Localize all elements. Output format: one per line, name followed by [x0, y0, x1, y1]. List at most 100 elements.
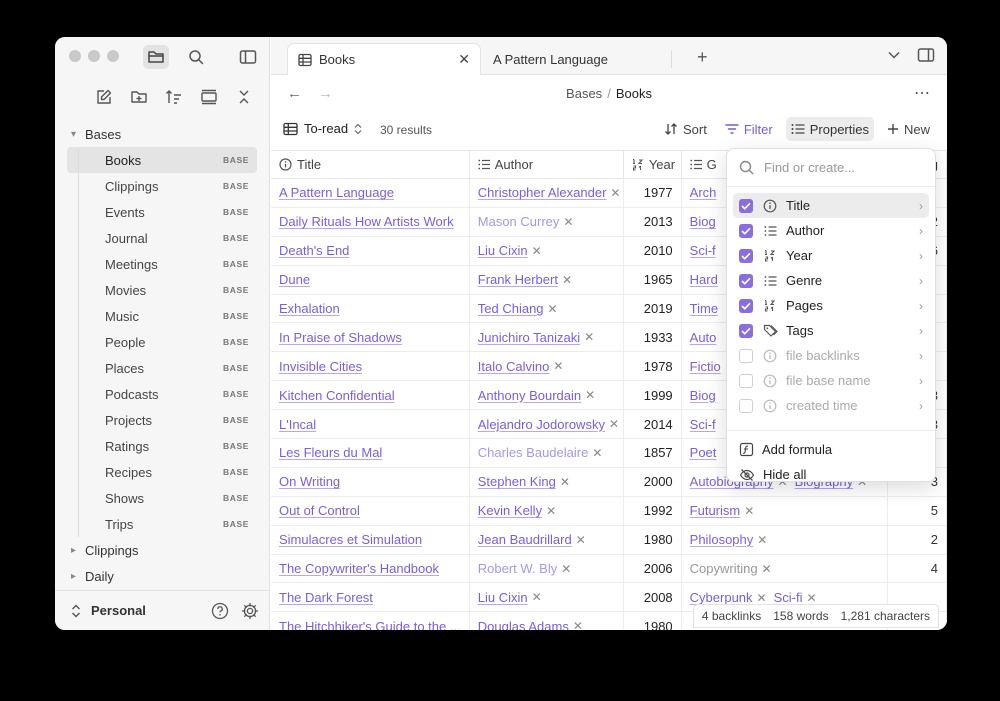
remove-icon[interactable]: ✕	[563, 215, 573, 229]
close-window-button[interactable]	[69, 50, 81, 62]
genre-link[interactable]: Auto	[690, 330, 717, 345]
folder-daily[interactable]: ▸ Daily	[55, 563, 269, 589]
title-link[interactable]: The Dark Forest	[279, 590, 373, 605]
property-item-genre[interactable]: Genre ›	[733, 268, 929, 293]
author-link[interactable]: Jean Baudrillard	[478, 532, 572, 547]
genre-link[interactable]: Sci-fi	[774, 590, 803, 605]
property-item-file-backlinks[interactable]: file backlinks ›	[733, 343, 929, 368]
sidebar-item-music[interactable]: Music BASE	[67, 303, 257, 329]
help-icon[interactable]	[211, 602, 229, 620]
checkbox-unchecked[interactable]	[739, 373, 753, 388]
genre-link[interactable]: Sci-f	[690, 243, 716, 258]
right-sidebar-toggle-icon[interactable]	[917, 47, 935, 63]
remove-icon[interactable]: ✕	[573, 619, 583, 630]
chevron-right-icon[interactable]: ›	[919, 199, 923, 213]
title-link[interactable]: Les Fleurs du Mal	[279, 445, 382, 460]
title-link[interactable]: Death's End	[279, 243, 349, 258]
minimize-window-button[interactable]	[88, 50, 100, 62]
title-link[interactable]: Simulacres et Simulation	[279, 532, 422, 547]
remove-icon[interactable]: ✕	[610, 186, 620, 200]
author-link[interactable]: Anthony Bourdain	[478, 388, 581, 403]
vault-switcher[interactable]: Personal	[55, 590, 269, 630]
remove-icon[interactable]: ✕	[592, 446, 602, 460]
sidebar-item-places[interactable]: Places BASE	[67, 355, 257, 381]
backlinks-count[interactable]: 4 backlinks	[702, 609, 761, 623]
new-note-icon[interactable]	[91, 85, 117, 109]
checkbox-checked[interactable]	[739, 248, 753, 263]
filter-button[interactable]: Filter	[720, 117, 778, 141]
author-link[interactable]: Junichiro Tanizaki	[478, 330, 580, 345]
author-link[interactable]: Douglas Adams	[478, 619, 569, 630]
author-link[interactable]: Liu Cixin	[478, 590, 528, 605]
property-item-year[interactable]: Year ›	[733, 243, 929, 268]
tab-books[interactable]: Books ✕	[287, 43, 481, 75]
genre-link[interactable]: Cyberpunk	[690, 590, 753, 605]
property-item-tags[interactable]: Tags ›	[733, 318, 929, 343]
sidebar-item-podcasts[interactable]: Podcasts BASE	[67, 381, 257, 407]
breadcrumb-parent[interactable]: Bases	[566, 86, 602, 101]
checkbox-unchecked[interactable]	[739, 348, 753, 363]
title-link[interactable]: In Praise of Shadows	[279, 330, 402, 345]
sidebar-item-trips[interactable]: Trips BASE	[67, 511, 257, 537]
sidebar-item-shows[interactable]: Shows BASE	[67, 485, 257, 511]
new-button[interactable]: New	[882, 117, 935, 141]
author-link[interactable]: Italo Calvino	[478, 359, 550, 374]
title-link[interactable]: Dune	[279, 272, 310, 287]
title-link[interactable]: The Hitchhiker's Guide to the ...	[279, 619, 461, 630]
tab-a-pattern-language[interactable]: A Pattern Language	[483, 43, 673, 75]
vault-switch-icon[interactable]	[71, 604, 81, 618]
checkbox-unchecked[interactable]	[739, 398, 753, 413]
remove-icon[interactable]: ✕	[762, 562, 772, 576]
genre-link[interactable]: Copywriting	[690, 561, 758, 576]
author-link[interactable]: Christopher Alexander	[478, 185, 607, 200]
remove-icon[interactable]: ✕	[553, 359, 563, 373]
genre-link[interactable]: Time	[690, 301, 718, 316]
remove-icon[interactable]: ✕	[806, 591, 816, 605]
remove-icon[interactable]: ✕	[561, 562, 571, 576]
remove-icon[interactable]: ✕	[560, 475, 570, 489]
author-link[interactable]: Charles Baudelaire	[478, 445, 589, 460]
title-link[interactable]: The Copywriter's Handbook	[279, 561, 439, 576]
breadcrumb-current[interactable]: Books	[616, 86, 652, 101]
genre-link[interactable]: Sci-f	[690, 417, 716, 432]
remove-icon[interactable]: ✕	[576, 533, 586, 547]
chevron-right-icon[interactable]: ›	[919, 274, 923, 288]
remove-icon[interactable]: ✕	[548, 302, 558, 316]
column-header-author[interactable]: Author	[470, 151, 624, 178]
remove-icon[interactable]: ✕	[546, 504, 556, 518]
author-link[interactable]: Stephen King	[478, 474, 556, 489]
genre-link[interactable]: Hard	[690, 272, 718, 287]
chevron-right-icon[interactable]: ›	[919, 374, 923, 388]
sidebar-item-events[interactable]: Events BASE	[67, 199, 257, 225]
title-link[interactable]: Exhalation	[279, 301, 340, 316]
remove-icon[interactable]: ✕	[757, 591, 767, 605]
chevron-right-icon[interactable]: ›	[919, 249, 923, 263]
remove-icon[interactable]: ✕	[532, 244, 542, 258]
remove-icon[interactable]: ✕	[585, 388, 595, 402]
genre-link[interactable]: Biog	[690, 214, 716, 229]
genre-link[interactable]: Futurism	[690, 503, 741, 518]
close-tab-icon[interactable]: ✕	[458, 51, 470, 68]
property-item-pages[interactable]: Pages ›	[733, 293, 929, 318]
property-item-author[interactable]: Author ›	[733, 218, 929, 243]
checkbox-checked[interactable]	[739, 198, 753, 213]
remove-icon[interactable]: ✕	[757, 533, 767, 547]
new-folder-icon[interactable]	[126, 85, 152, 109]
title-link[interactable]: A Pattern Language	[279, 185, 394, 200]
remove-icon[interactable]: ✕	[744, 504, 754, 518]
sidebar-item-projects[interactable]: Projects BASE	[67, 407, 257, 433]
folder-icon[interactable]	[143, 45, 169, 69]
zoom-window-button[interactable]	[107, 50, 119, 62]
hide-all-button[interactable]: Hide all	[733, 462, 935, 487]
sidebar-item-books[interactable]: Books BASE	[67, 147, 257, 173]
chevron-right-icon[interactable]: ›	[919, 299, 923, 313]
remove-icon[interactable]: ✕	[609, 417, 619, 431]
sidebar-item-recipes[interactable]: Recipes BASE	[67, 459, 257, 485]
genre-link[interactable]: Biog	[690, 388, 716, 403]
new-tab-icon[interactable]: +	[697, 47, 708, 68]
sidebar-item-people[interactable]: People BASE	[67, 329, 257, 355]
remove-icon[interactable]: ✕	[532, 590, 542, 604]
genre-link[interactable]: Arch	[690, 185, 717, 200]
genre-link[interactable]: Poet	[690, 445, 717, 460]
chevron-right-icon[interactable]: ›	[919, 224, 923, 238]
